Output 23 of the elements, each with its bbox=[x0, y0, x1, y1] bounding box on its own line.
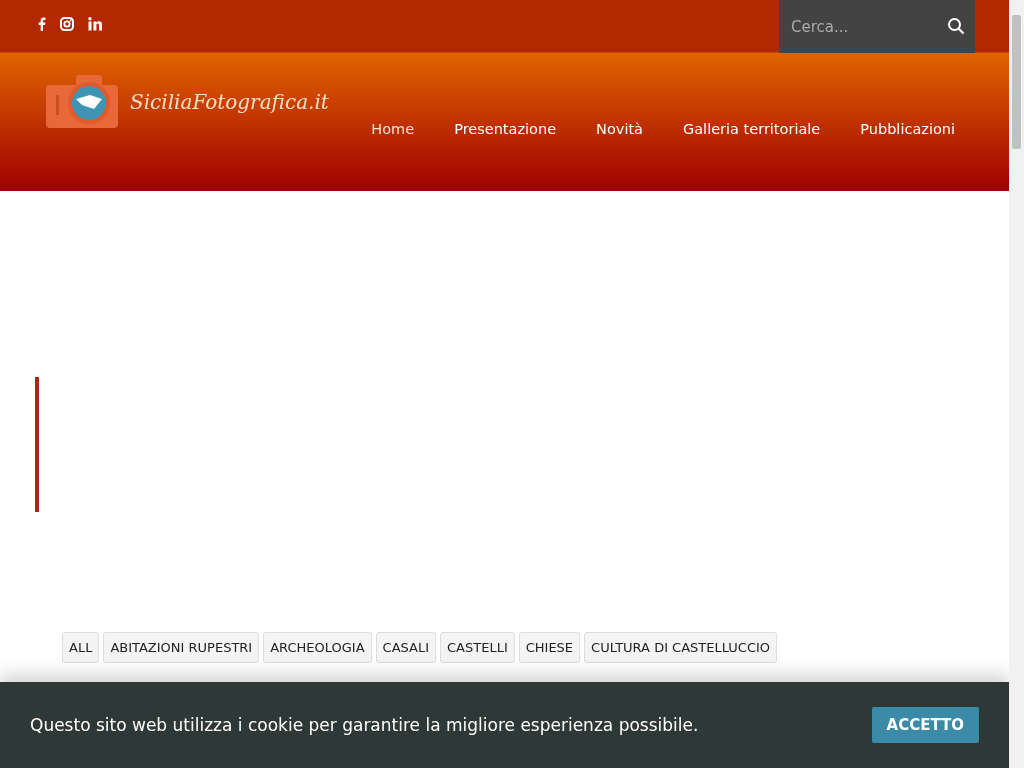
accept-button[interactable]: ACCETTO bbox=[871, 707, 979, 743]
nav-link[interactable]: Presentazione bbox=[454, 121, 557, 137]
nav-link[interactable]: Galleria territoriale bbox=[683, 121, 821, 137]
nav-link[interactable]: Pubblicazioni bbox=[860, 121, 955, 137]
filter-button[interactable]: CHIESE bbox=[518, 632, 581, 663]
camera-logo-icon bbox=[46, 75, 120, 129]
filter-button[interactable]: ALL bbox=[62, 632, 100, 663]
search-icon bbox=[947, 17, 965, 35]
nav-link[interactable]: Home bbox=[371, 121, 415, 137]
filter-button[interactable]: CULTURA DI CASTELLUCCIO bbox=[584, 632, 778, 663]
linkedin-icon[interactable] bbox=[88, 17, 102, 31]
logo-text[interactable]: SiciliaFotografica.it bbox=[130, 90, 329, 114]
scrollbar[interactable] bbox=[1009, 0, 1024, 768]
facebook-icon[interactable] bbox=[38, 17, 46, 31]
nav-link[interactable]: Novità bbox=[596, 121, 643, 137]
filter-button[interactable]: ABITAZIONI RUPESTRI bbox=[103, 632, 260, 663]
filter-button[interactable]: ARCHEOLOGIA bbox=[263, 632, 372, 663]
instagram-icon[interactable] bbox=[60, 17, 74, 31]
search-field[interactable]: Cerca... bbox=[779, 0, 975, 53]
filter-button[interactable]: CASALI bbox=[375, 632, 436, 663]
scrollbar-thumb[interactable] bbox=[1012, 15, 1021, 149]
cookie-message: Questo sito web utilizza i cookie per garantire la migliore esperienza possibile. bbox=[30, 715, 699, 735]
filter-button[interactable]: CASTELLI bbox=[440, 632, 515, 663]
